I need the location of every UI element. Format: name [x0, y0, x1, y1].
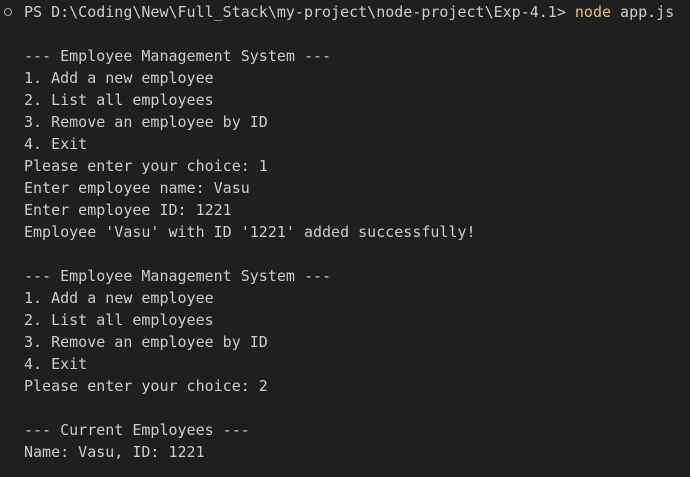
- output-line: --- Current Employees ---: [24, 421, 250, 439]
- terminal-panel[interactable]: PS D:\Coding\New\Full_Stack\my-project\n…: [0, 0, 690, 477]
- output-line: Enter employee name: Vasu: [24, 179, 250, 197]
- prompt-path: PS D:\Coding\New\Full_Stack\my-project\n…: [24, 3, 575, 21]
- output-line: 4. Exit: [24, 135, 88, 153]
- output-line: 1. Add a new employee: [24, 69, 214, 87]
- command-args: app.js: [611, 3, 675, 21]
- output-line: Please enter your choice: 2: [24, 377, 268, 395]
- output-line: --- Employee Management System ---: [24, 47, 332, 65]
- output-line: Name: Vasu, ID: 1221: [24, 443, 205, 461]
- output-line: --- Employee Management System ---: [24, 267, 332, 285]
- output-line: 2. List all employees: [24, 91, 214, 109]
- output-line: 3. Remove an employee by ID: [24, 333, 268, 351]
- terminal-output: --- Employee Management System --- 1. Ad…: [24, 45, 476, 463]
- output-line: Enter employee ID: 1221: [24, 201, 232, 219]
- command-name: node: [574, 3, 612, 21]
- output-line: Employee 'Vasu' with ID '1221' added suc…: [24, 223, 476, 241]
- output-line: Please enter your choice: 1: [24, 157, 268, 175]
- prompt-text: PS D:\Coding\New\Full_Stack\my-project\n…: [24, 1, 674, 23]
- prompt-line: PS D:\Coding\New\Full_Stack\my-project\n…: [0, 1, 674, 23]
- output-line: 4. Exit: [24, 355, 88, 373]
- output-line: 3. Remove an employee by ID: [24, 113, 268, 131]
- command-decoration-icon[interactable]: [4, 8, 12, 16]
- output-line: 1. Add a new employee: [24, 289, 214, 307]
- output-line: 2. List all employees: [24, 311, 214, 329]
